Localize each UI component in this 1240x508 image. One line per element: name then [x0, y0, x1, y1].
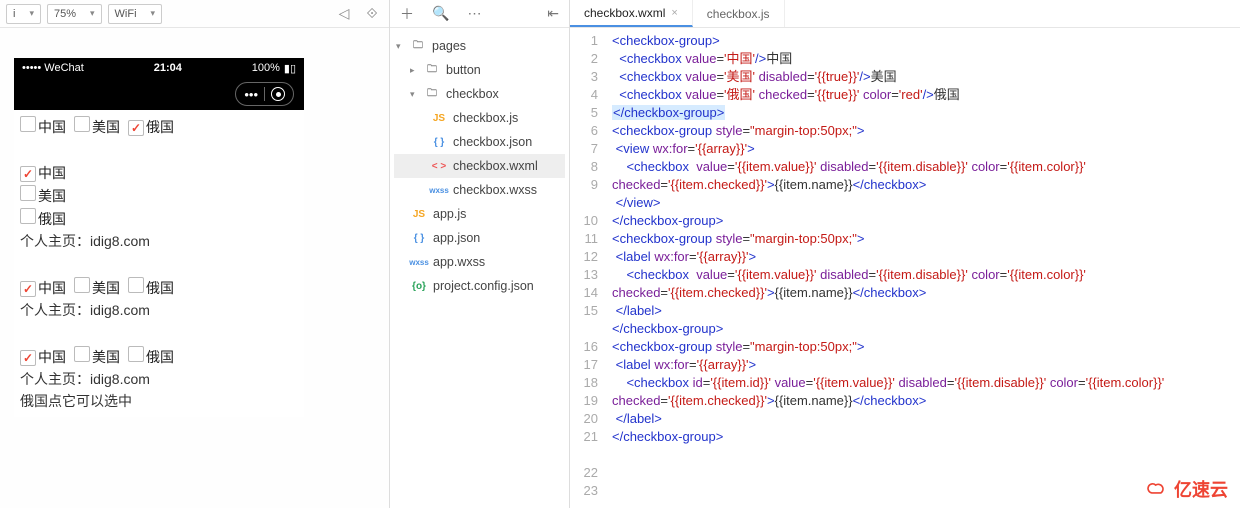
- folder-icon: 🗀: [409, 38, 427, 55]
- checkbox-label: 美国: [92, 349, 120, 365]
- checkbox-label: 中国: [38, 165, 66, 181]
- config-icon: {o}: [410, 281, 428, 292]
- wxss-icon: wxss: [410, 258, 428, 267]
- close-icon: [271, 87, 285, 101]
- tree-toolbar: ＋ 🔍 ⋯ ⇤: [390, 0, 569, 28]
- mute-icon[interactable]: ◁: [333, 5, 355, 22]
- checkbox[interactable]: 俄国: [128, 117, 174, 137]
- file-app-wxss[interactable]: wxssapp.wxss: [394, 250, 565, 274]
- checkbox[interactable]: 俄国: [128, 277, 174, 298]
- checkbox[interactable]: 俄国: [20, 208, 66, 229]
- checkbox[interactable]: 美国: [74, 277, 120, 298]
- folder-checkbox[interactable]: ▾🗀checkbox: [394, 82, 565, 106]
- file-tree-panel: ＋ 🔍 ⋯ ⇤ ▾🗀pages ▸🗀button ▾🗀checkbox JSch…: [390, 0, 570, 508]
- device-select[interactable]: i▾: [6, 4, 41, 24]
- checkbox-label: 俄国: [146, 280, 174, 296]
- file-project-config[interactable]: {o}project.config.json: [394, 274, 565, 298]
- checkbox-label: 美国: [38, 188, 66, 204]
- tab-checkbox-js[interactable]: checkbox.js: [693, 0, 785, 27]
- js-icon: JS: [410, 209, 428, 220]
- rotate-icon[interactable]: ⟐: [361, 5, 383, 22]
- js-icon: JS: [430, 113, 448, 124]
- folder-icon: 🗀: [423, 86, 441, 103]
- add-icon[interactable]: ＋: [400, 4, 414, 24]
- file-checkbox-wxss[interactable]: wxsscheckbox.wxss: [394, 178, 565, 202]
- footer-text: 个人主页：idig8.com: [20, 369, 298, 389]
- clock: 21:04: [84, 62, 252, 74]
- checkbox[interactable]: 美国: [20, 185, 66, 206]
- status-bar: ••••• WeChat 21:04 100% ▮▯: [14, 58, 304, 78]
- line-gutter: 123456789 101112131415 161718192021 2223: [570, 28, 606, 508]
- simulator-panel: i▾ 75%▾ WiFi▾ ◁ ⟐ ••••• WeChat 21:04 100…: [0, 0, 390, 508]
- checkbox[interactable]: 中国: [20, 116, 66, 137]
- folder-icon: 🗀: [423, 62, 441, 79]
- network-select[interactable]: WiFi▾: [108, 4, 163, 24]
- phone-frame: ••••• WeChat 21:04 100% ▮▯ ••• 中国美国俄国 中国…: [14, 58, 304, 417]
- battery-label: 100%: [252, 62, 280, 74]
- checkbox[interactable]: 美国: [74, 346, 120, 367]
- file-checkbox-wxml[interactable]: < >checkbox.wxml: [394, 154, 565, 178]
- editor-panel: checkbox.wxml× checkbox.js 123456789 101…: [570, 0, 1240, 508]
- checkbox-label: 中国: [38, 280, 66, 296]
- watermark: 亿速云: [1144, 476, 1228, 502]
- search-icon[interactable]: 🔍: [432, 5, 449, 22]
- file-checkbox-json[interactable]: { }checkbox.json: [394, 130, 565, 154]
- cloud-icon: [1144, 480, 1170, 498]
- checkbox[interactable]: 中国: [20, 347, 66, 367]
- checkbox-label: 俄国: [38, 211, 66, 227]
- json-icon: { }: [410, 233, 428, 244]
- footer-text: 个人主页：idig8.com: [20, 300, 298, 320]
- folder-button[interactable]: ▸🗀button: [394, 58, 565, 82]
- checkbox-section-4: 中国 美国 俄国个人主页：idig8.com俄国点它可以选中: [20, 346, 298, 411]
- more-icon[interactable]: ⋯: [467, 5, 481, 22]
- page-content: 中国美国俄国 中国美国俄国个人主页：idig8.com 中国美国俄国个人主页：i…: [14, 110, 304, 417]
- capsule-menu[interactable]: •••: [235, 82, 294, 106]
- checkbox[interactable]: 俄国: [128, 346, 174, 367]
- checkbox-label: 中国: [38, 349, 66, 365]
- footer-text: 个人主页：idig8.com: [20, 231, 298, 251]
- battery-icon: ▮▯: [284, 62, 296, 75]
- zoom-select[interactable]: 75%▾: [47, 4, 102, 24]
- more-icon: •••: [244, 87, 258, 102]
- wxss-icon: wxss: [430, 186, 448, 195]
- note-text: 俄国点它可以选中: [20, 391, 298, 411]
- checkbox-section-3: 中国 美国 俄国个人主页：idig8.com: [20, 277, 298, 320]
- editor-tabs: checkbox.wxml× checkbox.js: [570, 0, 1240, 28]
- file-checkbox-js[interactable]: JScheckbox.js: [394, 106, 565, 130]
- checkbox-label: 俄国: [146, 349, 174, 365]
- checkbox[interactable]: 美国: [74, 116, 120, 137]
- file-app-json[interactable]: { }app.json: [394, 226, 565, 250]
- file-tree: ▾🗀pages ▸🗀button ▾🗀checkbox JScheckbox.j…: [390, 28, 569, 304]
- folder-pages[interactable]: ▾🗀pages: [394, 34, 565, 58]
- checkbox-label: 美国: [92, 119, 120, 135]
- json-icon: { }: [430, 137, 448, 148]
- checkbox-label: 中国: [38, 119, 66, 135]
- tab-checkbox-wxml[interactable]: checkbox.wxml×: [570, 0, 693, 27]
- checkbox-label: 俄国: [146, 119, 174, 135]
- checkbox-row-1: 中国 美国 俄国: [20, 116, 298, 137]
- checkbox-section-2: 中国美国俄国个人主页：idig8.com: [20, 163, 298, 251]
- checkbox-label: 美国: [92, 280, 120, 296]
- wxml-icon: < >: [430, 161, 448, 172]
- file-app-js[interactable]: JSapp.js: [394, 202, 565, 226]
- checkbox[interactable]: 中国: [20, 278, 66, 298]
- checkbox[interactable]: 中国: [20, 163, 66, 183]
- simulator-toolbar: i▾ 75%▾ WiFi▾ ◁ ⟐: [0, 0, 389, 28]
- collapse-icon[interactable]: ⇤: [547, 5, 559, 22]
- code-lines[interactable]: <checkbox-group> <checkbox value='中国'/>中…: [606, 28, 1228, 508]
- carrier-label: ••••• WeChat: [22, 62, 84, 74]
- code-editor[interactable]: 123456789 101112131415 161718192021 2223…: [570, 28, 1240, 508]
- capsule-bar: •••: [14, 78, 304, 110]
- close-icon[interactable]: ×: [671, 7, 677, 19]
